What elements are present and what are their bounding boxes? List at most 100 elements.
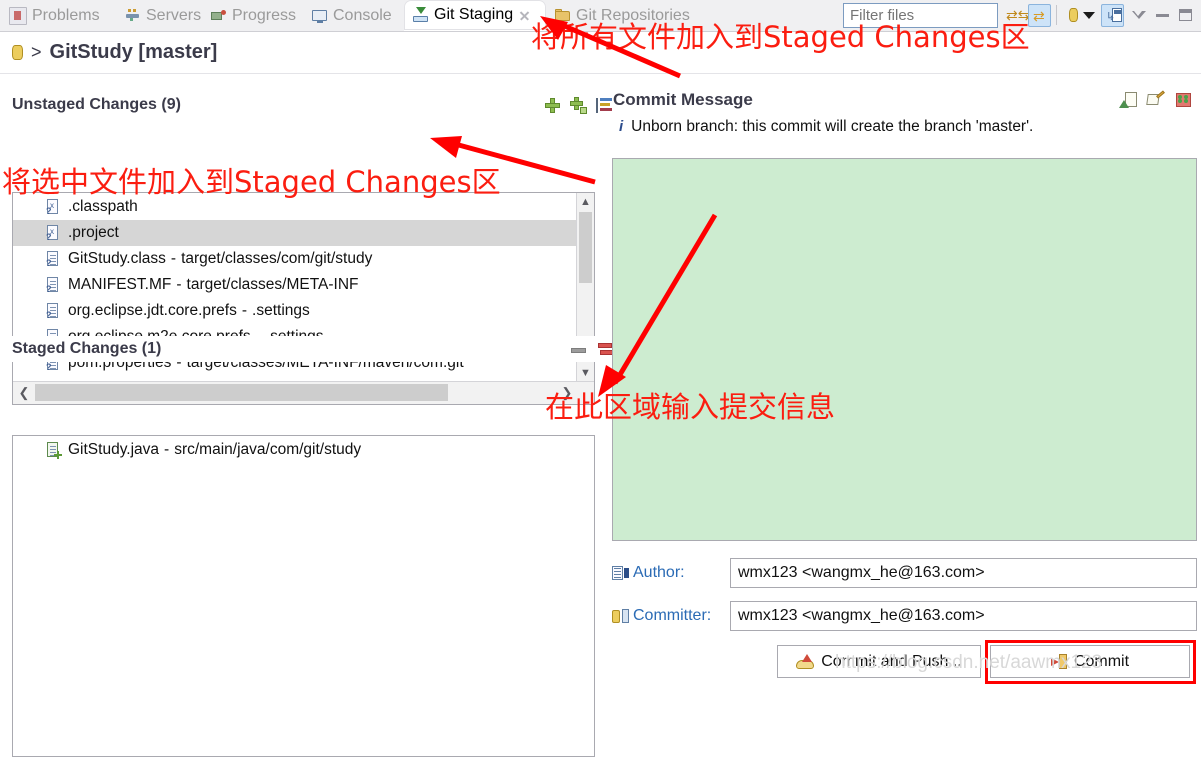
add-change-id-icon[interactable]	[1175, 92, 1193, 109]
file-icon: ?	[46, 277, 61, 294]
commit-icon	[1050, 654, 1067, 669]
tab-label: Servers	[146, 6, 202, 24]
list-item[interactable]: ? .project	[13, 220, 577, 246]
tab-git-repositories[interactable]: Git Repositories	[546, 0, 728, 31]
add-signed-off-icon[interactable]	[1147, 92, 1165, 109]
committer-label-row: Committer:	[612, 601, 711, 631]
xml-file-icon: ?	[46, 225, 61, 242]
amend-commit-icon[interactable]	[1119, 91, 1137, 109]
commit-and-push-button[interactable]: Commit and Push...	[777, 645, 981, 678]
git-repositories-icon	[555, 8, 571, 24]
close-icon[interactable]	[518, 9, 531, 22]
tab-git-staging[interactable]: Git Staging	[404, 0, 546, 31]
minimize-button[interactable]	[1152, 4, 1175, 27]
list-item[interactable]: ? MANIFEST.MF - target/classes/META-INF	[13, 272, 577, 298]
breadcrumb: > GitStudy [master]	[0, 32, 1201, 74]
console-icon	[312, 8, 328, 24]
info-icon: i	[619, 118, 624, 135]
author-label: Author:	[633, 564, 685, 581]
file-path: src/main/java/com/git/study	[174, 441, 362, 458]
tab-label: Console	[333, 6, 392, 24]
commit-message-textarea[interactable]	[613, 159, 1196, 540]
maximize-button[interactable]	[1175, 4, 1198, 27]
commit-and-push-label: Commit and Push...	[821, 652, 962, 670]
push-icon	[796, 654, 815, 669]
tab-label: Problems	[32, 6, 100, 24]
breadcrumb-separator: >	[31, 42, 42, 62]
compare-mode-icon: ⇄⇆	[1006, 7, 1030, 23]
file-path: .settings	[252, 302, 310, 319]
unstaged-changes-header: Unstaged Changes (9)	[0, 92, 623, 118]
view-menu-icon	[1132, 11, 1147, 20]
xml-file-icon: ?	[46, 199, 61, 216]
tab-servers[interactable]: Servers	[116, 0, 202, 31]
problems-icon	[9, 6, 27, 25]
file-path: target/classes/META-INF	[186, 276, 359, 293]
tab-console[interactable]: Console	[303, 0, 404, 31]
author-label-row: Author:	[612, 558, 685, 588]
author-icon	[612, 565, 629, 581]
compare-mode-button[interactable]: ⇄⇆	[1003, 4, 1030, 27]
commit-button[interactable]: Commit	[990, 645, 1190, 678]
presentation-arrow-icon: ↳	[1106, 11, 1116, 23]
tab-label: Git Repositories	[576, 6, 690, 24]
list-item[interactable]: ? GitStudy.class - target/classes/com/gi…	[13, 246, 577, 272]
swap-staging-button[interactable]: ⇄	[1028, 4, 1051, 27]
toolbar-separator	[1056, 5, 1057, 25]
page-title: GitStudy [master]	[49, 41, 218, 63]
file-name: .classpath	[68, 198, 138, 215]
commit-message-title: Commit Message	[613, 90, 753, 109]
committer-field-wrapper[interactable]	[730, 601, 1197, 631]
unstaged-changes-title: Unstaged Changes (9)	[12, 96, 181, 113]
horizontal-scroll-thumb[interactable]	[35, 384, 448, 401]
commit-message-header: Commit Message	[613, 90, 1193, 110]
unstaged-horizontal-scrollbar[interactable]: ❮ ❯	[13, 381, 594, 404]
file-icon: ?	[46, 303, 61, 320]
list-item[interactable]: GitStudy.java - src/main/java/com/git/st…	[13, 437, 594, 463]
staged-rows: GitStudy.java - src/main/java/com/git/st…	[13, 437, 594, 463]
repository-selector-icon	[1069, 8, 1078, 22]
progress-icon	[211, 8, 227, 24]
scroll-down-icon[interactable]: ▼	[577, 364, 594, 382]
author-field[interactable]	[736, 563, 1191, 583]
servers-icon	[125, 8, 141, 24]
committer-field[interactable]	[736, 606, 1191, 626]
commit-label: Commit	[1073, 652, 1130, 670]
view-menu-button[interactable]	[1128, 4, 1151, 27]
repository-icon	[12, 45, 23, 60]
staged-changes-list[interactable]: GitStudy.java - src/main/java/com/git/st…	[12, 435, 595, 757]
file-name: MANIFEST.MF	[68, 276, 172, 293]
scroll-left-icon[interactable]: ❮	[13, 382, 35, 403]
vertical-scroll-thumb[interactable]	[579, 212, 592, 283]
file-name: .project	[68, 224, 119, 241]
staged-changes-title: Staged Changes (1)	[12, 340, 162, 357]
file-name: GitStudy.java	[68, 441, 160, 458]
filter-files-input[interactable]	[848, 6, 993, 25]
committer-icon	[612, 608, 629, 624]
scroll-right-icon[interactable]: ❯	[556, 382, 578, 403]
unstaged-changes-list[interactable]: ? .classpath ? .project ? GitStudy.class…	[12, 192, 595, 405]
maximize-icon	[1179, 9, 1192, 21]
java-file-icon	[46, 442, 62, 459]
tab-problems[interactable]: Problems	[0, 0, 116, 31]
scroll-up-icon[interactable]: ▲	[577, 193, 594, 211]
filter-files-input-wrapper[interactable]	[843, 3, 998, 28]
tab-progress[interactable]: Progress	[202, 0, 303, 31]
swap-staging-icon: ⇄	[1033, 8, 1045, 24]
chevron-down-icon	[1083, 12, 1095, 19]
file-name: GitStudy.class	[68, 250, 166, 267]
list-item[interactable]: ? org.eclipse.jdt.core.prefs - .settings	[13, 298, 577, 324]
unborn-branch-text: Unborn branch: this commit will create t…	[631, 118, 1034, 135]
presentation-button[interactable]: ↳	[1101, 4, 1124, 27]
commit-message-textarea-wrapper[interactable]	[612, 158, 1197, 541]
tab-label: Progress	[232, 6, 297, 24]
add-all-icon[interactable]	[570, 96, 587, 114]
author-field-wrapper[interactable]	[730, 558, 1197, 588]
add-selected-icon[interactable]	[544, 97, 561, 114]
class-file-icon: ?	[46, 251, 61, 268]
staged-changes-header: Staged Changes (1)	[0, 336, 623, 362]
remove-selected-icon[interactable]	[571, 341, 586, 358]
repository-dropdown-button[interactable]	[1082, 4, 1098, 27]
list-item[interactable]: ? .classpath	[13, 194, 577, 220]
file-name: org.eclipse.jdt.core.prefs	[68, 302, 237, 319]
